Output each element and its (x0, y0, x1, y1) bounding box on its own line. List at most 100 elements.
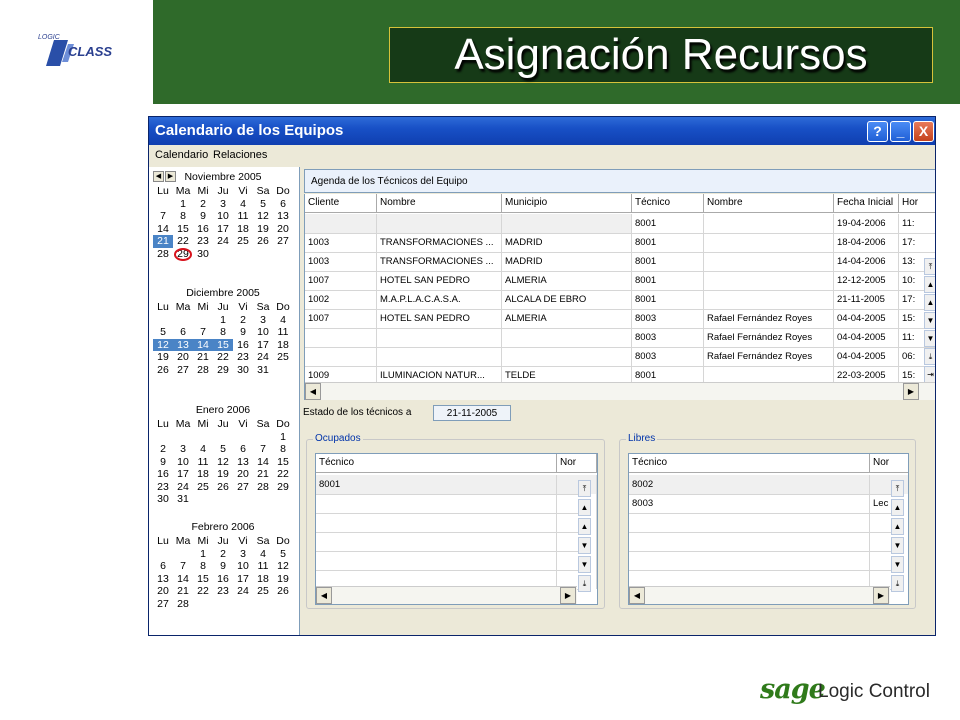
calendar-day[interactable]: 14 (153, 223, 173, 236)
calendar-day[interactable]: 12 (153, 338, 173, 351)
libres-row[interactable]: 8002 (629, 475, 908, 495)
calendar-day[interactable]: 29 (213, 364, 233, 377)
calendar-day[interactable]: 9 (193, 210, 213, 223)
calendar-day[interactable]: 16 (193, 223, 213, 236)
calendar-day[interactable]: 29 (273, 481, 293, 494)
first-record-button[interactable]: ⤒ (924, 258, 935, 275)
ocupados-horizontal-scrollbar[interactable]: ◀ ▶ (316, 586, 577, 604)
calendar-day[interactable]: 25 (273, 351, 293, 364)
agenda-row[interactable]: 1003 TRANSFORMACIONES ... MADRID 8001 18-04-… (305, 233, 935, 253)
scroll-left-icon[interactable]: ◀ (316, 587, 332, 604)
calendar-day[interactable]: 4 (253, 548, 273, 561)
calendar-day[interactable]: 11 (253, 560, 273, 573)
scroll-left-icon[interactable]: ◀ (305, 383, 321, 400)
calendar-day[interactable]: 8 (213, 326, 233, 339)
minimize-button[interactable]: _ (890, 121, 911, 142)
calendar-day[interactable]: 11 (273, 326, 293, 339)
agenda-row[interactable]: 8001 19-04-2006 11: (305, 214, 935, 234)
agenda-column-header[interactable]: Hor (899, 194, 935, 212)
calendar-day[interactable]: 27 (233, 481, 253, 494)
libres-column-header[interactable]: Nor (870, 454, 908, 472)
libres-nav-button[interactable]: ▼ (891, 556, 904, 573)
agenda-row[interactable]: 1002 M.A.P.L.A.C.A.S.A. ALCALA DE EBRO 8001… (305, 290, 935, 310)
calendar-day[interactable]: 22 (213, 351, 233, 364)
calendar-day[interactable]: 17 (233, 573, 253, 586)
calendar-day[interactable]: 28 (153, 248, 173, 261)
calendar-day[interactable]: 9 (153, 456, 173, 469)
calendar-day[interactable]: 14 (253, 456, 273, 469)
calendar-day[interactable]: 6 (173, 326, 193, 339)
calendar-day[interactable]: 6 (153, 560, 173, 573)
calendar-day[interactable]: 4 (273, 314, 293, 327)
help-button[interactable]: ? (867, 121, 888, 142)
scroll-right-icon[interactable]: ▶ (560, 587, 576, 604)
calendar-day[interactable]: 27 (153, 598, 173, 611)
prev-month-button[interactable]: ◀ (153, 171, 164, 182)
calendar-day[interactable]: 16 (233, 339, 253, 352)
libres-nav-button[interactable]: ▲ (891, 499, 904, 516)
scroll-right-icon[interactable]: ▶ (903, 383, 919, 400)
calendar-day[interactable]: 26 (213, 481, 233, 494)
calendar-day[interactable]: 23 (233, 351, 253, 364)
calendar-day[interactable]: 3 (233, 548, 253, 561)
calendar-day[interactable]: 23 (153, 481, 173, 494)
calendar-day[interactable]: 5 (273, 548, 293, 561)
calendar-day[interactable]: 7 (153, 210, 173, 223)
agenda-column-header[interactable]: Municipio (502, 194, 632, 212)
calendar-day[interactable]: 29 (173, 247, 193, 261)
calendar-day[interactable]: 30 (193, 248, 213, 261)
calendar-day[interactable]: 9 (233, 326, 253, 339)
calendar-day[interactable]: 19 (253, 223, 273, 236)
ocupados-nav-button[interactable]: ▲ (578, 518, 591, 535)
ocupados-nav-button[interactable]: ⤒ (578, 480, 591, 497)
calendar-day[interactable]: 13 (153, 573, 173, 586)
agenda-row[interactable]: 8003 Rafael Fernández Royes 04-04-2005 11: (305, 328, 935, 348)
ocupados-column-header[interactable]: Nor (557, 454, 597, 472)
estado-date-field[interactable]: 21-11-2005 (433, 405, 511, 421)
calendar-day[interactable]: 2 (193, 198, 213, 211)
calendar-day[interactable]: 19 (213, 468, 233, 481)
ocupados-nav-button[interactable]: ⤓ (578, 575, 591, 592)
calendar-day[interactable]: 7 (193, 326, 213, 339)
calendar-day[interactable]: 19 (153, 351, 173, 364)
agenda-column-header[interactable]: Nombre (704, 194, 834, 212)
calendar-day[interactable]: 14 (193, 338, 213, 351)
calendar-day[interactable]: 1 (193, 548, 213, 561)
goto-button[interactable]: ⇥ (924, 366, 935, 383)
calendar-day[interactable]: 8 (193, 560, 213, 573)
calendar-day[interactable]: 25 (253, 585, 273, 598)
menu-calendario[interactable]: Calendario (155, 149, 208, 161)
calendar-day[interactable]: 17 (253, 339, 273, 352)
calendar-day[interactable]: 31 (253, 364, 273, 377)
calendar-day[interactable]: 27 (173, 364, 193, 377)
close-button[interactable]: X (913, 121, 934, 142)
libres-nav-button[interactable]: ▼ (891, 537, 904, 554)
calendar-day[interactable]: 23 (193, 235, 213, 248)
calendar-day[interactable]: 30 (153, 493, 173, 506)
calendar-day[interactable]: 10 (233, 560, 253, 573)
calendar-day[interactable]: 1 (173, 198, 193, 211)
calendar-day[interactable]: 5 (153, 326, 173, 339)
calendar-day[interactable]: 18 (273, 339, 293, 352)
calendar-day[interactable]: 20 (233, 468, 253, 481)
ocupados-nav-button[interactable]: ▲ (578, 499, 591, 516)
calendar-day[interactable]: 12 (273, 560, 293, 573)
calendar-day[interactable]: 10 (173, 456, 193, 469)
calendar-day[interactable]: 20 (173, 351, 193, 364)
next-month-button[interactable]: ▶ (165, 171, 176, 182)
ocupados-row[interactable] (316, 513, 597, 533)
calendar-day[interactable]: 6 (233, 443, 253, 456)
calendar-day[interactable]: 20 (273, 223, 293, 236)
calendar-day[interactable]: 5 (253, 198, 273, 211)
window-titlebar[interactable]: Calendario de los Equipos ? _ X (149, 117, 935, 145)
calendar-day[interactable]: 24 (213, 235, 233, 248)
calendar-day[interactable]: 15 (173, 223, 193, 236)
calendar-day[interactable]: 12 (253, 210, 273, 223)
calendar-day[interactable]: 13 (273, 210, 293, 223)
calendar-day[interactable]: 26 (273, 585, 293, 598)
calendar-day[interactable]: 2 (213, 548, 233, 561)
calendar-day[interactable]: 3 (213, 198, 233, 211)
scroll-right-icon[interactable]: ▶ (873, 587, 889, 604)
calendar-day[interactable]: 1 (213, 314, 233, 327)
ocupados-row[interactable] (316, 532, 597, 552)
